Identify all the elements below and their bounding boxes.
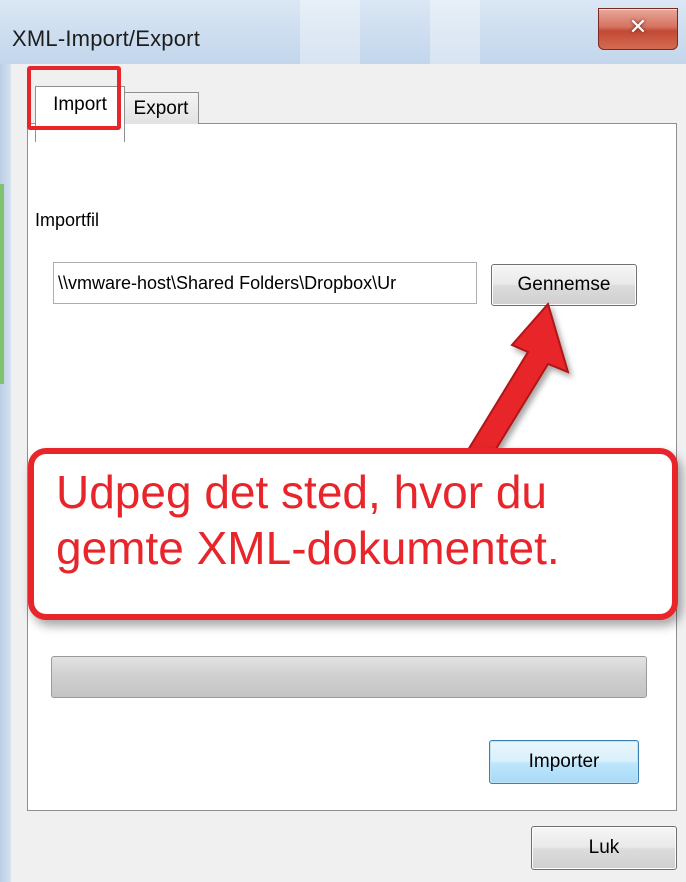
- close-button-label: Luk: [588, 837, 620, 858]
- xml-import-export-window: XML-Import/Export ✕ Import Export Import…: [0, 0, 686, 882]
- close-icon: ✕: [628, 15, 648, 40]
- close-window-button[interactable]: ✕: [598, 8, 678, 50]
- browse-button[interactable]: Gennemse: [491, 264, 637, 306]
- title-bar-glass: [430, 0, 480, 64]
- close-button[interactable]: Luk: [531, 826, 677, 870]
- tab-export-label: Export: [133, 98, 189, 119]
- import-file-path-input[interactable]: \\vmware-host\Shared Folders\Dropbox\Ur: [53, 262, 477, 304]
- import-file-path-value: \\vmware-host\Shared Folders\Dropbox\Ur: [58, 273, 397, 293]
- window-title: XML-Import/Export: [12, 26, 201, 51]
- background-window-edge: [0, 184, 4, 384]
- import-button-label: Importer: [528, 751, 600, 772]
- window-left-border: [0, 64, 11, 882]
- annotation-text: Udpeg det sted, hvor du gemte XML-dokume…: [56, 466, 560, 574]
- import-progress-bar: [51, 656, 647, 698]
- import-file-label: Importfil: [35, 210, 100, 230]
- title-bar: XML-Import/Export ✕: [0, 0, 686, 65]
- annotation-callout: Udpeg det sted, hvor du gemte XML-dokume…: [28, 448, 678, 620]
- tab-export[interactable]: Export: [123, 92, 199, 124]
- browse-button-label: Gennemse: [517, 274, 611, 295]
- title-bar-glass: [300, 0, 360, 64]
- import-button[interactable]: Importer: [489, 740, 639, 784]
- tab-highlight-box: [27, 66, 121, 130]
